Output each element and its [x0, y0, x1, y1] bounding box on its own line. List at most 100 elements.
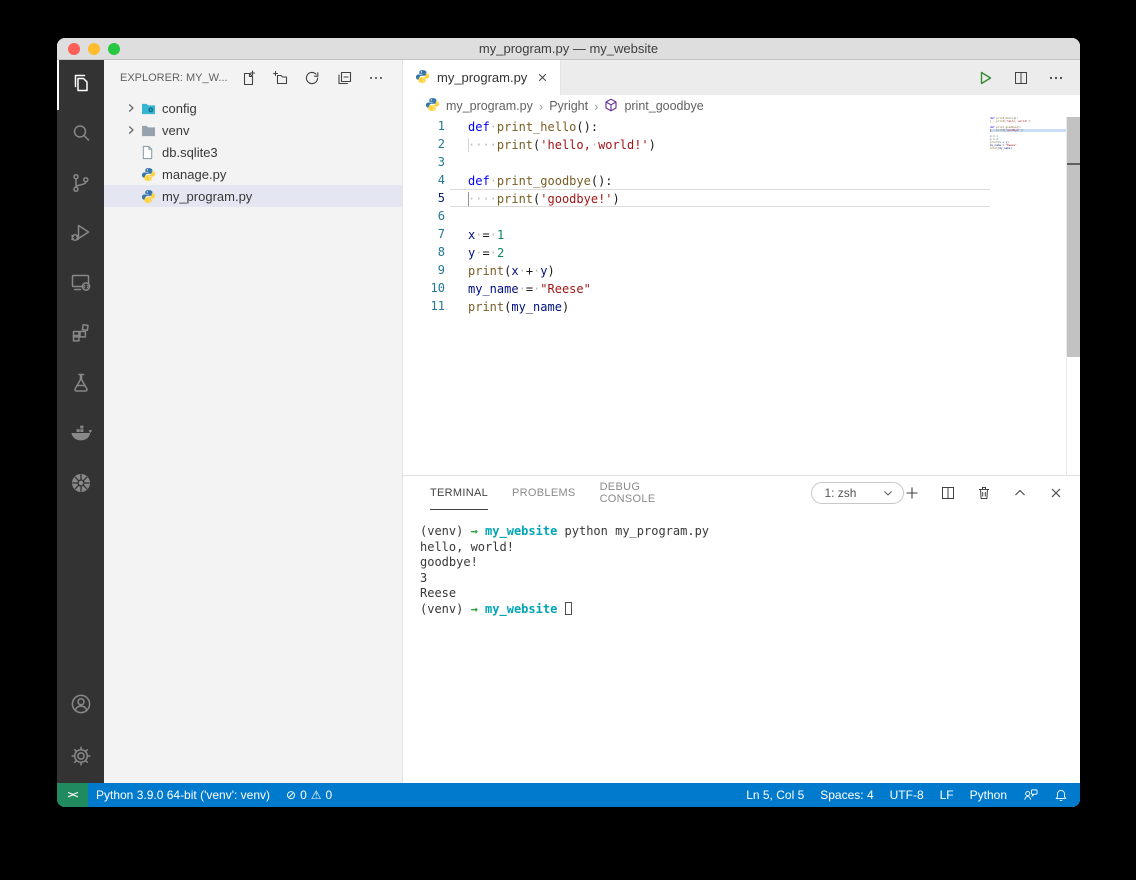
panel-tab-problems[interactable]: PROBLEMS: [512, 476, 576, 510]
panel-tab-terminal[interactable]: TERMINAL: [430, 476, 488, 510]
line-number: 10: [403, 279, 450, 297]
activity-bar-item-settings[interactable]: [57, 733, 104, 783]
code-line-11[interactable]: 11print(my_name): [403, 297, 990, 315]
code-line-3[interactable]: 3: [403, 153, 990, 171]
more-actions-button[interactable]: [367, 69, 384, 86]
code-line-7[interactable]: 7x·=·1: [403, 225, 990, 243]
remote-icon: ><: [68, 790, 78, 801]
panel-tab-debug-console[interactable]: DEBUG CONSOLE: [600, 476, 656, 510]
file-tree: configvenvdb.sqlite3manage.pymy_program.…: [104, 95, 402, 207]
activity-bar-item-extensions[interactable]: [57, 310, 104, 360]
close-tab-icon[interactable]: [534, 70, 550, 86]
activity-bar-item-source-control[interactable]: [57, 160, 104, 210]
tab-label: my_program.py: [437, 70, 527, 85]
breadcrumb-symbol[interactable]: print_goodbye: [624, 99, 703, 113]
settings-icon: [69, 744, 93, 773]
file-icon: [141, 145, 160, 160]
activity-bar-item-remote-explorer[interactable]: [57, 260, 104, 310]
line-content: ····print('hello,·world!'): [450, 135, 990, 153]
kill-terminal-button[interactable]: [976, 485, 992, 501]
refresh-explorer-button[interactable]: [303, 69, 320, 86]
problems-status[interactable]: ⊘ 0 ⚠ 0: [278, 783, 340, 807]
maximize-panel-button[interactable]: [1012, 485, 1028, 501]
file-row-manage.py[interactable]: manage.py: [104, 163, 402, 185]
breadcrumb: my_program.py › Pyright › print_goodbye: [403, 95, 1080, 117]
status-bar: >< Python 3.9.0 64-bit ('venv': venv) ⊘ …: [57, 783, 1080, 807]
code-line-4[interactable]: 4def·print_goodbye():: [403, 171, 990, 189]
activity-bar-item-explorer[interactable]: [57, 60, 104, 110]
collapse-folders-button[interactable]: [335, 69, 352, 86]
file-row-venv[interactable]: venv: [104, 119, 402, 141]
line-number: 5: [403, 189, 450, 207]
code-line-2[interactable]: 2····print('hello,·world!'): [403, 135, 990, 153]
feedback-icon: [1023, 788, 1038, 802]
overview-cursor-mark: [1067, 163, 1080, 165]
activity-bar-item-docker[interactable]: [57, 410, 104, 460]
symbol-icon: [604, 98, 618, 115]
terminal-line: goodbye!: [420, 555, 1080, 571]
terminal-cursor: [565, 602, 572, 615]
minimap[interactable]: def·print_hello():····print('hello,·worl…: [990, 117, 1066, 475]
activity-bar-item-search[interactable]: [57, 110, 104, 160]
activity-bar-item-account[interactable]: [57, 681, 104, 731]
split-editor-button[interactable]: [1013, 70, 1029, 86]
line-content: ····print('goodbye!'): [450, 189, 990, 207]
remote-explorer-icon: [69, 271, 93, 300]
editor-scrollbar: [1066, 117, 1080, 475]
code-line-5[interactable]: 5····print('goodbye!'): [403, 189, 990, 207]
chevron-right-icon: [125, 102, 141, 114]
breadcrumb-file[interactable]: my_program.py: [446, 99, 533, 113]
line-number: 7: [403, 225, 450, 243]
split-terminal-button[interactable]: [940, 485, 956, 501]
new-folder-button[interactable]: [271, 69, 288, 86]
line-number: 11: [403, 297, 450, 315]
feedback-button[interactable]: [1015, 783, 1046, 807]
shell-selector-dropdown[interactable]: 1: zsh: [811, 482, 904, 504]
folder-icon: [141, 124, 160, 137]
line-number: 8: [403, 243, 450, 261]
file-row-config[interactable]: config: [104, 97, 402, 119]
cursor-position-status[interactable]: Ln 5, Col 5: [738, 783, 812, 807]
kubernetes-icon: [69, 471, 93, 500]
activity-bar-item-run-debug[interactable]: [57, 210, 104, 260]
terminal-output[interactable]: (venv) → my_website python my_program.py…: [403, 510, 1080, 618]
indentation-status[interactable]: Spaces: 4: [812, 783, 881, 807]
breadcrumb-section[interactable]: Pyright: [549, 99, 588, 113]
line-content: print(my_name): [450, 297, 990, 315]
more-editor-actions-button[interactable]: [1048, 70, 1064, 86]
new-terminal-button[interactable]: [904, 485, 920, 501]
terminal-line: (venv) → my_website python my_program.py: [420, 524, 1080, 540]
line-number: 4: [403, 171, 450, 189]
close-panel-button[interactable]: [1048, 485, 1064, 501]
remote-indicator[interactable]: ><: [57, 783, 88, 807]
explorer-sidebar: EXPLORER: MY_W... configvenvdb.sqlite3ma…: [104, 60, 403, 783]
window-title: my_program.py — my_website: [57, 38, 1080, 60]
chevron-right-icon: ›: [594, 99, 598, 114]
file-row-my_program.py[interactable]: my_program.py: [104, 185, 402, 207]
code-line-9[interactable]: 9print(x·+·y): [403, 261, 990, 279]
python-icon: [141, 167, 160, 182]
run-python-file-button[interactable]: [976, 69, 994, 87]
activity-bar-item-testing[interactable]: [57, 360, 104, 410]
line-content: x·=·1: [450, 225, 990, 243]
notifications-button[interactable]: [1046, 783, 1080, 807]
activity-bar-item-kubernetes[interactable]: [57, 460, 104, 510]
scrollbar-thumb[interactable]: [1067, 117, 1080, 357]
file-row-db.sqlite3[interactable]: db.sqlite3: [104, 141, 402, 163]
language-mode-status[interactable]: Python: [962, 783, 1015, 807]
line-number: 1: [403, 117, 450, 135]
code-line-6[interactable]: 6: [403, 207, 990, 225]
encoding-status[interactable]: UTF-8: [882, 783, 932, 807]
python-interpreter-status[interactable]: Python 3.9.0 64-bit ('venv': venv): [88, 783, 278, 807]
vscode-window: my_program.py — my_website EXPLORER: MY_…: [57, 38, 1080, 807]
code-line-1[interactable]: 1def·print_hello():: [403, 117, 990, 135]
error-icon: ⊘: [286, 788, 296, 802]
line-content: my_name·=·"Reese": [450, 279, 990, 297]
eol-status[interactable]: LF: [932, 783, 962, 807]
code-line-8[interactable]: 8y·=·2: [403, 243, 990, 261]
code-editor[interactable]: 1def·print_hello():2····print('hello,·wo…: [403, 117, 1080, 475]
line-number: 3: [403, 153, 450, 171]
tab-my-program[interactable]: my_program.py: [403, 60, 561, 95]
new-file-button[interactable]: [239, 69, 256, 86]
code-line-10[interactable]: 10my_name·=·"Reese": [403, 279, 990, 297]
